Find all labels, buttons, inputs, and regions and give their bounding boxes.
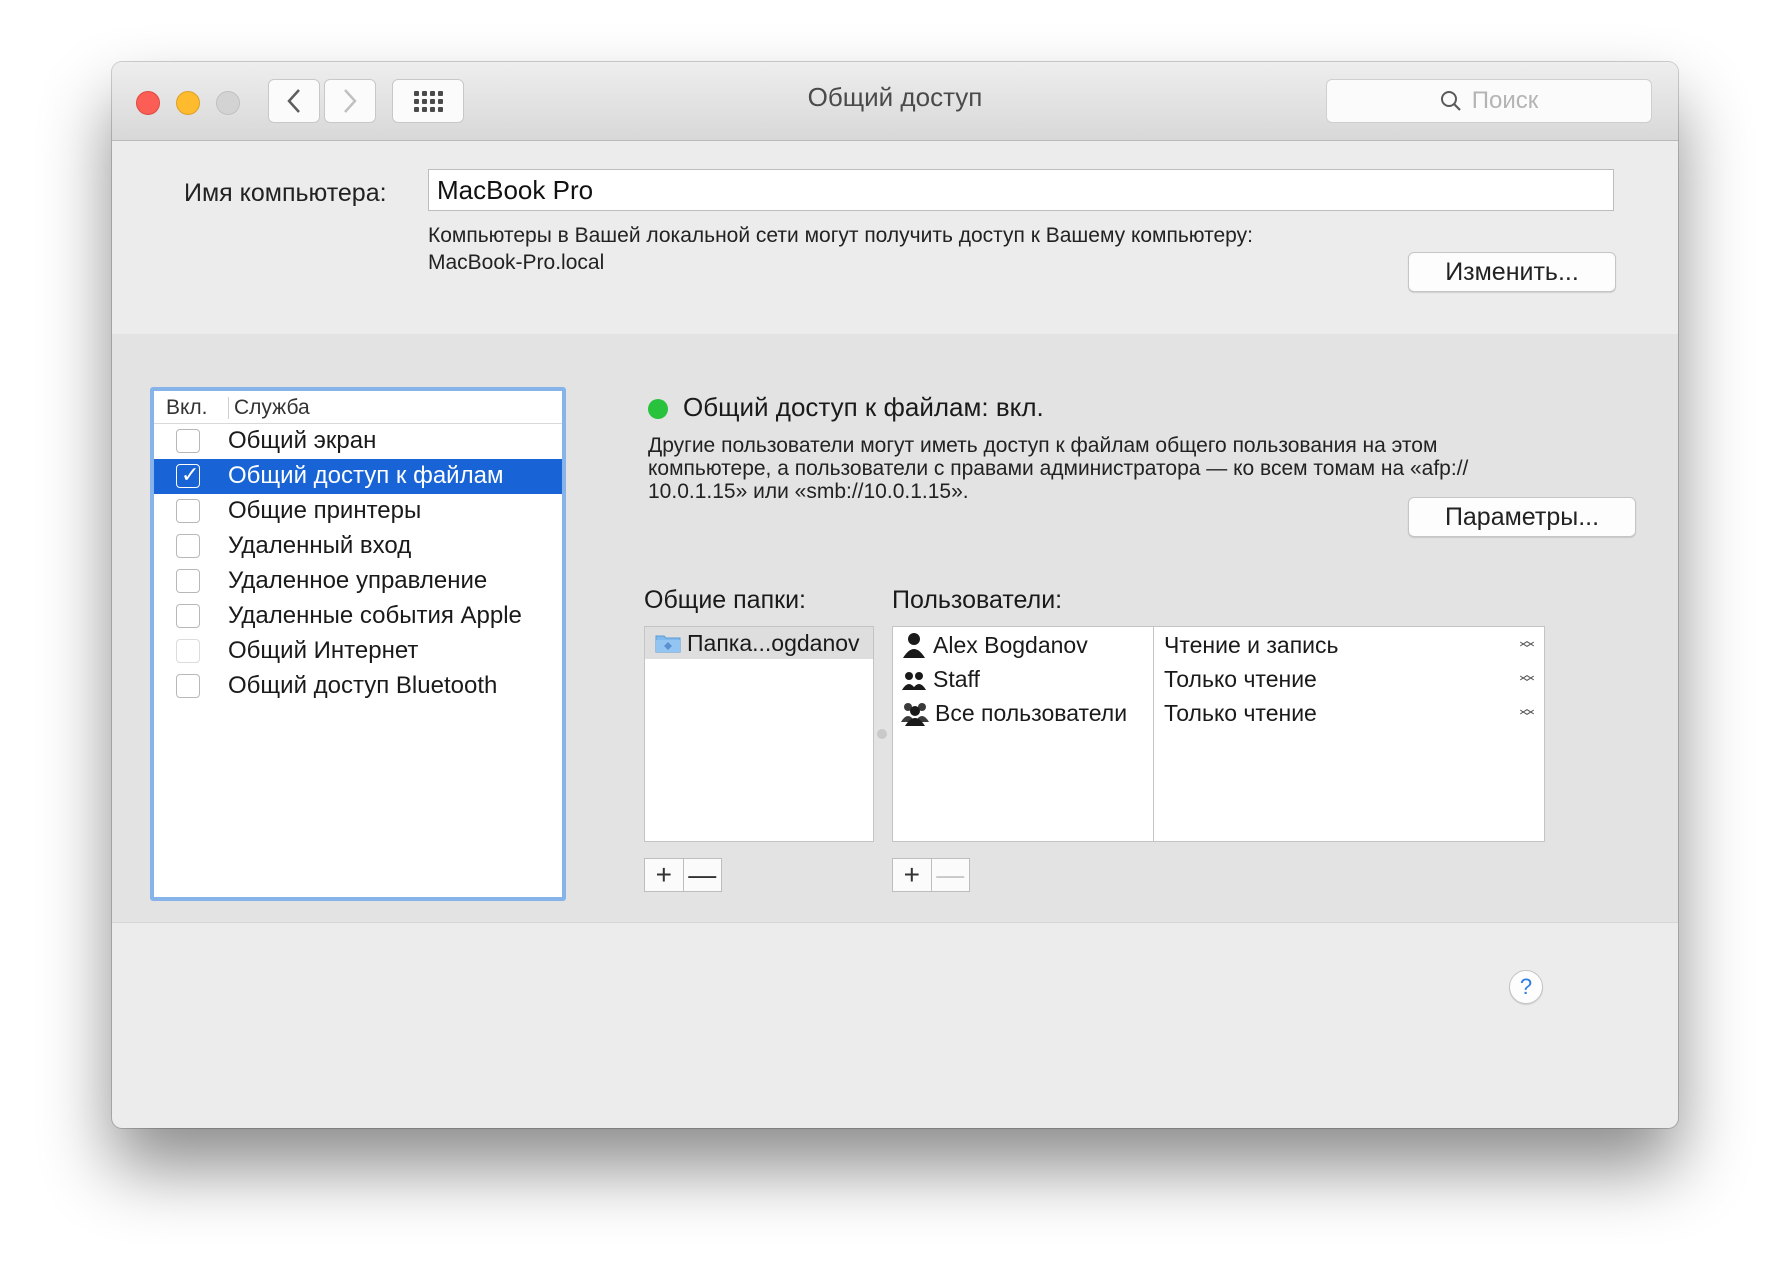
permission-value: Только чтение [1164,665,1317,692]
service-list-header: Вкл. Служба [154,391,562,424]
up-down-arrows-icon: ︿ ﹀ [1519,632,1535,658]
column-header-on[interactable]: Вкл. [166,396,208,420]
folder-icon [655,635,681,653]
service-row-remote-login[interactable]: Удаленный вход [154,529,562,564]
edit-name-button[interactable]: Изменить... [1408,252,1616,292]
service-checkbox[interactable] [176,499,200,523]
sharing-window: Общий доступ Поиск Имя компьютера: MacBo… [112,62,1678,1128]
service-checkbox[interactable] [176,429,200,453]
local-hostname: MacBook-Pro.local [428,251,605,274]
add-user-button[interactable]: + [893,859,931,891]
search-field[interactable]: Поиск [1326,79,1652,123]
search-icon [1440,91,1461,111]
service-checkbox[interactable] [176,534,200,558]
user-icon [903,633,925,658]
service-description-line: 10.0.1.15» или «smb://10.0.1.15». [648,480,969,503]
service-checkbox[interactable] [176,639,200,663]
service-list: Вкл. Служба Общий экран ✓ Общий доступ к… [150,387,566,901]
service-row-printer-sharing[interactable]: Общие принтеры [154,494,562,529]
service-status: Общий доступ к файлам: вкл. [683,392,1044,422]
service-label: Общий экран [228,427,377,454]
service-label: Общие принтеры [228,497,422,524]
user-row[interactable]: Alex Bogdanov [901,629,1088,661]
search-placeholder: Поиск [1471,87,1539,114]
title-bar: Общий доступ Поиск [112,62,1678,141]
group-icon [902,672,926,690]
options-button[interactable]: Параметры... [1408,497,1636,537]
network-description-text: Компьютеры в Вашей локальной сети могут … [428,224,1253,247]
network-address-description: Компьютеры в Вашей локальной сети могут … [428,222,1388,276]
user-row[interactable]: Все пользователи [901,697,1127,729]
permission-popup[interactable]: Только чтение ︿ ﹀ [1164,663,1536,695]
users-add-remove: + — [892,858,970,892]
up-down-arrows-icon: ︿ ﹀ [1519,666,1535,692]
service-row-remote-management[interactable]: Удаленное управление [154,564,562,599]
user-name: Alex Bogdanov [933,631,1088,658]
service-checkbox[interactable] [176,674,200,698]
checkmark-icon: ✓ [181,462,200,487]
remove-user-button[interactable]: — [930,859,970,891]
user-row[interactable]: Staff [901,663,980,695]
users-label: Пользователи: [892,586,1063,614]
service-label: Общий доступ Bluetooth [228,672,498,699]
up-down-arrows-icon: ︿ ﹀ [1519,700,1535,726]
user-name: Все пользователи [935,699,1128,726]
service-description-line: Другие пользователи могут иметь доступ к… [648,434,1438,457]
service-checkbox[interactable]: ✓ [176,462,200,488]
service-description: Другие пользователи могут иметь доступ к… [648,434,1498,503]
permission-value: Чтение и запись [1164,631,1339,658]
service-row-internet-sharing[interactable]: Общий Интернет [154,634,562,669]
service-label: Удаленное управление [228,567,488,594]
user-name: Staff [933,665,980,692]
service-checkbox[interactable] [176,604,200,628]
column-header-service[interactable]: Служба [234,396,310,420]
status-indicator-icon [648,399,668,419]
service-label: Общий Интернет [228,637,419,664]
permission-popup[interactable]: Чтение и запись ︿ ﹀ [1164,629,1536,661]
computer-name-input[interactable]: MacBook Pro [428,169,1614,211]
service-row-file-sharing[interactable]: ✓ Общий доступ к файлам [154,459,562,494]
permission-value: Только чтение [1164,699,1317,726]
shared-folder-name: Папка...ogdanov [687,629,860,656]
shared-folders-label: Общие папки: [644,586,806,614]
help-button[interactable]: ? [1509,970,1543,1004]
computer-name-label: Имя компьютера: [184,179,387,207]
service-row-bluetooth-sharing[interactable]: Общий доступ Bluetooth [154,669,562,704]
permissions-list: Чтение и запись ︿ ﹀ Только чтение ︿ ﹀ Толь… [1153,626,1545,842]
service-label: Удаленный вход [228,532,412,559]
permission-popup[interactable]: Только чтение ︿ ﹀ [1164,697,1536,729]
service-label: Общий доступ к файлам [228,462,504,489]
remove-folder-button[interactable]: — [682,859,722,891]
shared-folder-item[interactable]: Папка...ogdanov [645,627,873,659]
service-checkbox[interactable] [176,569,200,593]
users-list[interactable]: Alex Bogdanov Staff Все пользователи [892,626,1154,842]
everyone-icon [901,703,929,726]
service-description-line: компьютере, а пользователи с правами адм… [648,457,1469,480]
service-row-remote-apple-events[interactable]: Удаленные события Apple [154,599,562,634]
service-row-screen-sharing[interactable]: Общий экран [154,424,562,459]
folders-add-remove: + — [644,858,722,892]
split-view-handle[interactable] [877,729,887,739]
shared-folders-list[interactable]: Папка...ogdanov [644,626,874,842]
service-label: Удаленные события Apple [228,602,522,629]
add-folder-button[interactable]: + [645,859,683,891]
